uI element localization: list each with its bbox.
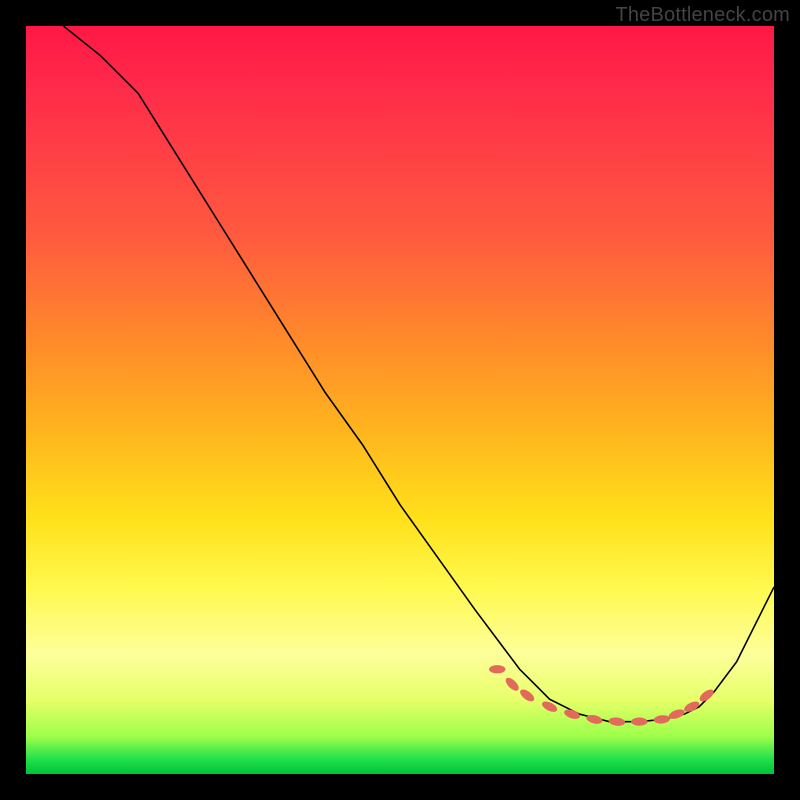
marker-dot [698,687,716,703]
marker-dot [518,687,536,703]
chart-frame: TheBottleneck.com [0,0,800,800]
marker-dot [503,676,520,693]
marker-group [489,665,716,726]
bottleneck-curve [63,26,774,722]
marker-dot [608,717,625,727]
curve-svg [26,26,774,774]
plot-area [26,26,774,774]
marker-dot [489,665,505,673]
marker-dot [653,714,670,724]
marker-dot [586,714,604,726]
watermark-text: TheBottleneck.com [615,4,790,27]
marker-dot [668,708,686,721]
marker-dot [683,699,701,714]
marker-dot [631,718,647,726]
